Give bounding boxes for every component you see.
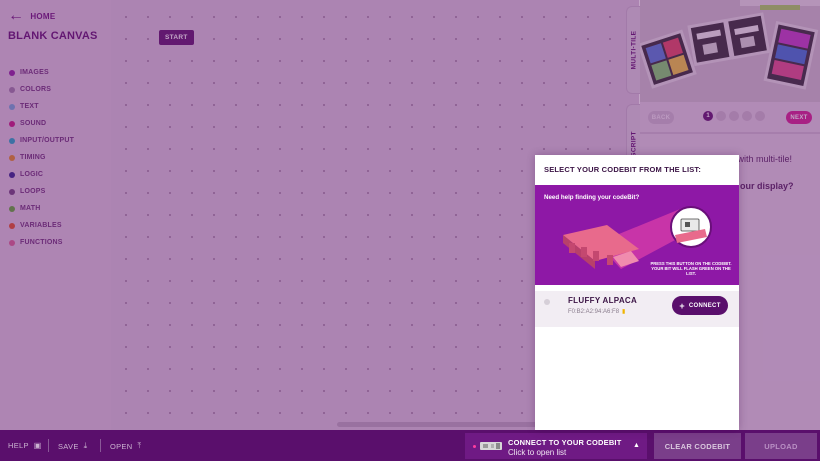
caret-up-icon: ▲ [633, 442, 640, 449]
connect-button-label: CONNECT [688, 302, 721, 309]
upload-button[interactable]: UPLOAD [745, 433, 817, 459]
help-button[interactable]: HELP ▣ [8, 441, 42, 450]
save-label: SAVE [58, 441, 79, 451]
banner-caption: PRESS THIS BUTTON ON THE CODEBIT. YOUR B… [650, 261, 732, 276]
status-led-icon [473, 445, 476, 448]
plus-icon: + [679, 300, 685, 311]
download-icon: ⤓ [83, 441, 88, 450]
help-banner: Need help finding your codeBit? PRESS TH… [535, 185, 739, 285]
open-label: OPEN [110, 441, 133, 451]
connect-button[interactable]: + CONNECT [672, 296, 728, 315]
clear-codebit-button[interactable]: CLEAR CODEBIT [654, 433, 741, 459]
device-name: FLUFFY ALPACA [568, 296, 638, 305]
codebit-board-icon [480, 442, 502, 450]
separator [100, 439, 101, 452]
codebit-select-modal: SELECT YOUR CODEBIT FROM THE LIST: Need … [535, 155, 739, 430]
status-dot-icon [544, 299, 550, 305]
separator [48, 439, 49, 452]
device-list-item[interactable]: FLUFFY ALPACA F0:B2:A2:94:A6:F8 ▮ + CONN… [535, 291, 739, 327]
connect-codebit-button[interactable]: CONNECT TO YOUR CODEBIT Click to open li… [465, 433, 647, 459]
save-button[interactable]: SAVE ⤓ [58, 441, 88, 451]
help-label: HELP [8, 441, 29, 450]
signal-strength-icon: ▮ [622, 309, 626, 315]
upload-icon: ⤒ [137, 441, 142, 450]
connect-subtitle: Click to open list [508, 448, 567, 457]
help-icon: ▣ [33, 441, 42, 450]
device-address-text: F0:B2:A2:94:A6:F8 [568, 308, 620, 315]
bottom-toolbar: HELP ▣ SAVE ⤓ OPEN ⤒ CONNECT TO YOUR COD… [0, 430, 820, 461]
connect-title: CONNECT TO YOUR CODEBIT [508, 438, 622, 447]
open-button[interactable]: OPEN ⤒ [110, 441, 141, 451]
modal-title: SELECT YOUR CODEBIT FROM THE LIST: [544, 165, 702, 174]
device-address: F0:B2:A2:94:A6:F8 ▮ [568, 308, 626, 316]
